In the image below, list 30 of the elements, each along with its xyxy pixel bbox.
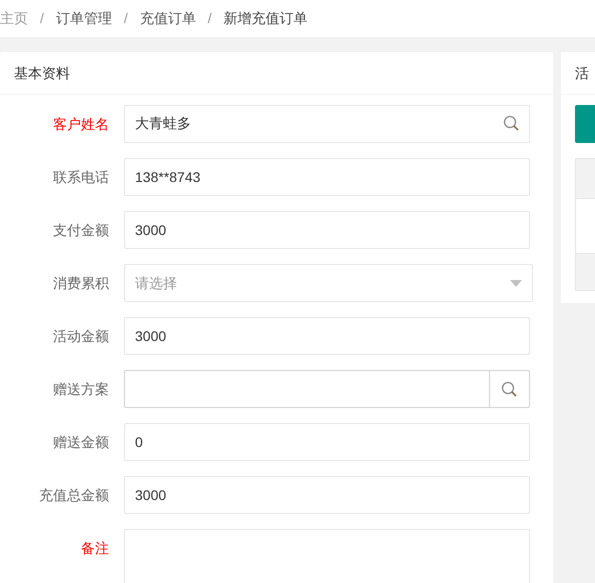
search-button[interactable] <box>490 370 530 408</box>
select-field[interactable]: 请选择 <box>124 264 533 302</box>
breadcrumb-current: 新增充值订单 <box>224 9 308 28</box>
input-field[interactable]: 0 <box>124 423 530 461</box>
input-field[interactable] <box>124 370 490 408</box>
input-field[interactable]: 3000 <box>124 476 530 514</box>
input-field[interactable]: 3000 <box>124 317 530 355</box>
breadcrumb-separator: / <box>124 9 128 28</box>
breadcrumb-separator: / <box>40 9 44 28</box>
field-label: 支付金额 <box>52 220 109 240</box>
card-title: 基本资料 <box>14 64 70 82</box>
field-label: 备注 <box>80 539 109 558</box>
field-label: 活动金额 <box>52 326 109 346</box>
breadcrumb-separator: / <box>208 9 212 28</box>
dropdown-arrow-icon <box>510 280 522 287</box>
field-label: 客户姓名 <box>52 114 109 134</box>
input-field[interactable]: 3000 <box>124 211 530 249</box>
search-icon <box>503 115 520 132</box>
input-field[interactable]: 138**8743 <box>124 158 530 196</box>
field-label: 赠送金额 <box>52 432 109 452</box>
field-label: 充值总金额 <box>38 486 109 504</box>
field-label: 赠送方案 <box>52 380 109 398</box>
breadcrumb-link[interactable]: 充值订单 <box>140 8 196 29</box>
search-icon <box>501 380 518 398</box>
field-label: 联系电话 <box>52 168 109 186</box>
panel-title: 活 <box>575 64 589 82</box>
search-field[interactable]: 大青蛙多 <box>124 105 530 143</box>
textarea-field[interactable] <box>124 529 530 583</box>
breadcrumb-link[interactable]: 订单管理 <box>56 8 112 29</box>
field-label: 消费累积 <box>52 274 109 292</box>
